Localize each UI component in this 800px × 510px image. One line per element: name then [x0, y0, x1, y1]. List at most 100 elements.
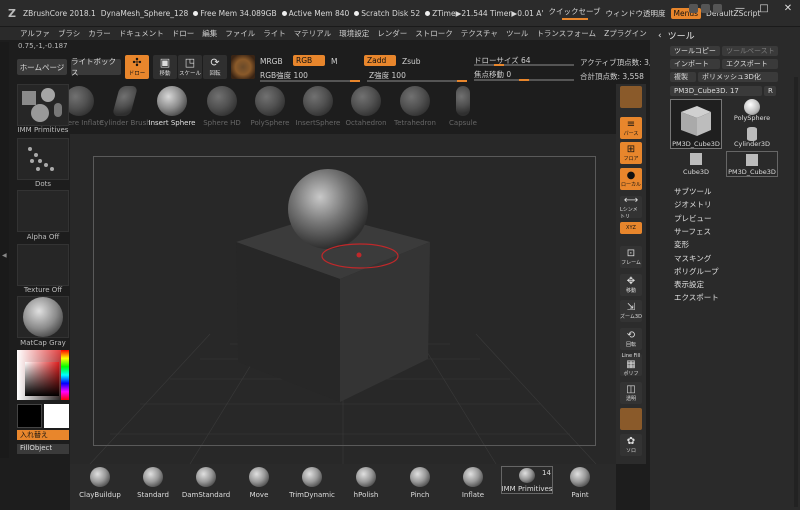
brush-inflate[interactable]: Inflate: [448, 467, 498, 499]
current-tool-slider[interactable]: PM3D_Cube3D. 17: [670, 86, 762, 96]
menu-item[interactable]: マテリアル: [294, 28, 331, 39]
material-preview-button[interactable]: [620, 408, 642, 430]
surface-menu[interactable]: サーフェス: [674, 226, 711, 237]
primitive-item[interactable]: Octahedron: [341, 86, 391, 127]
display-properties-menu[interactable]: 表示設定: [674, 279, 704, 290]
brush-hpolish[interactable]: hPolish: [341, 467, 391, 499]
xyz-button[interactable]: XYZ: [620, 222, 642, 234]
brush-standard[interactable]: Standard: [128, 467, 178, 499]
lightbox-button[interactable]: ライトボックス: [71, 57, 121, 77]
primitive-item[interactable]: PolySphere: [245, 86, 295, 127]
menu-item[interactable]: 編集: [202, 28, 217, 39]
settings-icon[interactable]: [713, 4, 722, 13]
collapse-arrow-icon[interactable]: ‹: [658, 31, 662, 41]
brush-paint[interactable]: Paint: [555, 467, 605, 499]
mrgb-button[interactable]: MRGB: [260, 57, 283, 66]
menu-item[interactable]: ライト: [263, 28, 286, 39]
palette-icon[interactable]: [701, 4, 710, 13]
brush-pinch[interactable]: Pinch: [395, 467, 445, 499]
primitive-item[interactable]: Sphere HD: [197, 86, 247, 127]
brush-claybuildup[interactable]: ClayBuildup: [75, 467, 125, 499]
menu-item[interactable]: ツール: [506, 28, 529, 39]
menu-item[interactable]: テクスチャ: [461, 28, 498, 39]
maximize-button[interactable]: □: [752, 0, 776, 16]
main-color-swatch[interactable]: [44, 404, 69, 428]
z-intensity-handle[interactable]: [457, 80, 467, 82]
menu-item[interactable]: ブラシ: [58, 28, 80, 39]
primitive-item[interactable]: Tetrahedron: [390, 86, 440, 127]
close-button[interactable]: ✕: [776, 0, 800, 16]
move-view-button[interactable]: ✥ 移動: [620, 274, 642, 296]
draw-size-handle[interactable]: [494, 64, 504, 66]
local-symmetry-button[interactable]: ⟷ Lシンメトリ: [620, 195, 642, 220]
window-transparency-button[interactable]: ウィンドウ透明度: [606, 8, 666, 19]
tool-palette-header[interactable]: ‹ ツール: [658, 29, 695, 43]
menu-item[interactable]: アルファ: [20, 28, 50, 39]
brush-primitive-thumbnail[interactable]: [17, 84, 69, 126]
layout-icon[interactable]: [689, 4, 698, 13]
preview-menu[interactable]: プレビュー: [674, 213, 712, 224]
polygroups-menu[interactable]: ポリグループ: [674, 266, 719, 277]
menu-item[interactable]: 環境設定: [339, 28, 369, 39]
r-button[interactable]: R: [764, 86, 776, 96]
menu-item[interactable]: トランスフォーム: [536, 28, 596, 39]
zadd-toggle[interactable]: Zadd: [364, 55, 396, 66]
menu-item[interactable]: Zプラグイン: [604, 28, 647, 39]
menu-item[interactable]: カラー: [88, 28, 111, 39]
collapse-left-arrow-icon[interactable]: ◀: [2, 252, 7, 259]
hue-slider[interactable]: [61, 350, 69, 400]
zsub-toggle[interactable]: Zsub: [402, 57, 421, 66]
brush-damstandard[interactable]: DamStandard: [181, 467, 231, 499]
alpha-thumbnail[interactable]: [17, 190, 69, 232]
rgb-intensity-handle[interactable]: [350, 80, 360, 82]
brush-move[interactable]: Move: [234, 467, 284, 499]
move-mode-button[interactable]: ▣ 移動: [153, 55, 177, 79]
draw-mode-button[interactable]: ✣ ドロー: [125, 55, 149, 79]
brush-trimdynamic[interactable]: TrimDynamic: [287, 467, 337, 499]
color-picker-square[interactable]: [25, 362, 59, 396]
tool-copy-button[interactable]: ツールコピー: [670, 46, 720, 56]
zoom3d-button[interactable]: ⇲ ズーム3D: [620, 300, 642, 322]
matcap-thumbnail[interactable]: [17, 296, 69, 338]
solo-button[interactable]: ✿ ソロ: [620, 434, 642, 456]
menu-item[interactable]: ドロー: [172, 28, 195, 39]
switch-color-button[interactable]: 入れ替え: [17, 430, 69, 440]
rotate-view-button[interactable]: ⟲ 回転: [620, 328, 642, 350]
focal-shift-handle[interactable]: [519, 79, 529, 81]
brush-preview-thumbnail[interactable]: [620, 86, 642, 108]
export-button[interactable]: エクスポート: [722, 59, 778, 69]
fill-object-button[interactable]: FillObject: [17, 444, 69, 454]
local-button[interactable]: ● ローカル: [620, 168, 642, 190]
primitive-item[interactable]: InsertSphere: [293, 86, 343, 127]
home-page-button[interactable]: ホームページ: [17, 59, 67, 75]
tool-paste-button[interactable]: ツールペースト: [722, 46, 778, 56]
deformation-menu[interactable]: 変形: [674, 239, 689, 250]
rgb-toggle[interactable]: RGB: [293, 55, 325, 66]
menu-item[interactable]: レンダー: [377, 28, 407, 39]
minimize-button[interactable]: —: [728, 0, 752, 16]
material-thumbnail[interactable]: [231, 55, 255, 79]
secondary-color-swatch[interactable]: [17, 404, 42, 428]
masking-menu[interactable]: マスキング: [674, 253, 711, 264]
scale-mode-button[interactable]: ◳ スケール: [178, 55, 202, 79]
primitive-item[interactable]: Cylinder Brush: [99, 86, 151, 127]
menu-item[interactable]: ドキュメント: [119, 28, 164, 39]
subtool-menu[interactable]: サブツール: [674, 186, 712, 197]
stroke-thumbnail[interactable]: [17, 138, 69, 180]
primitive-item-selected[interactable]: Insert Sphere: [147, 86, 197, 127]
floor-button[interactable]: ⊞ フロア: [620, 142, 642, 164]
duplicate-button[interactable]: 複製: [670, 72, 696, 82]
transparent-button[interactable]: ◫ 透明: [620, 382, 642, 404]
make-polymesh3d-button[interactable]: ポリメッシュ3D化: [698, 72, 778, 82]
menu-item[interactable]: ストローク: [415, 28, 453, 39]
frame-button[interactable]: ⊡ フレーム: [620, 246, 642, 268]
m-toggle[interactable]: M: [331, 57, 337, 66]
geometry-menu[interactable]: ジオメトリ: [674, 199, 712, 210]
tool-palette-scrollbar[interactable]: [794, 77, 798, 507]
menu-item[interactable]: ファイル: [225, 28, 255, 39]
export-menu[interactable]: エクスポート: [674, 292, 719, 303]
primitive-item[interactable]: Capsule: [438, 86, 488, 127]
line-fill-button[interactable]: Line Fill ▦ ポリフ: [620, 353, 642, 377]
perspective-button[interactable]: ≡ パース: [620, 117, 642, 139]
import-button[interactable]: インポート: [670, 59, 720, 69]
